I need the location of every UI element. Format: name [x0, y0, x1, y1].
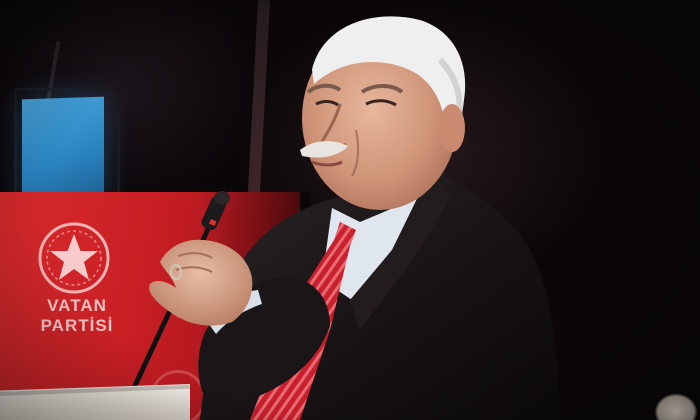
photo-scene: VATAN PARTİSİ: [0, 0, 700, 420]
ear: [439, 104, 465, 152]
gesturing-hand: [149, 239, 253, 326]
speaker-figure: [129, 16, 560, 420]
bystander-head: [642, 378, 700, 420]
